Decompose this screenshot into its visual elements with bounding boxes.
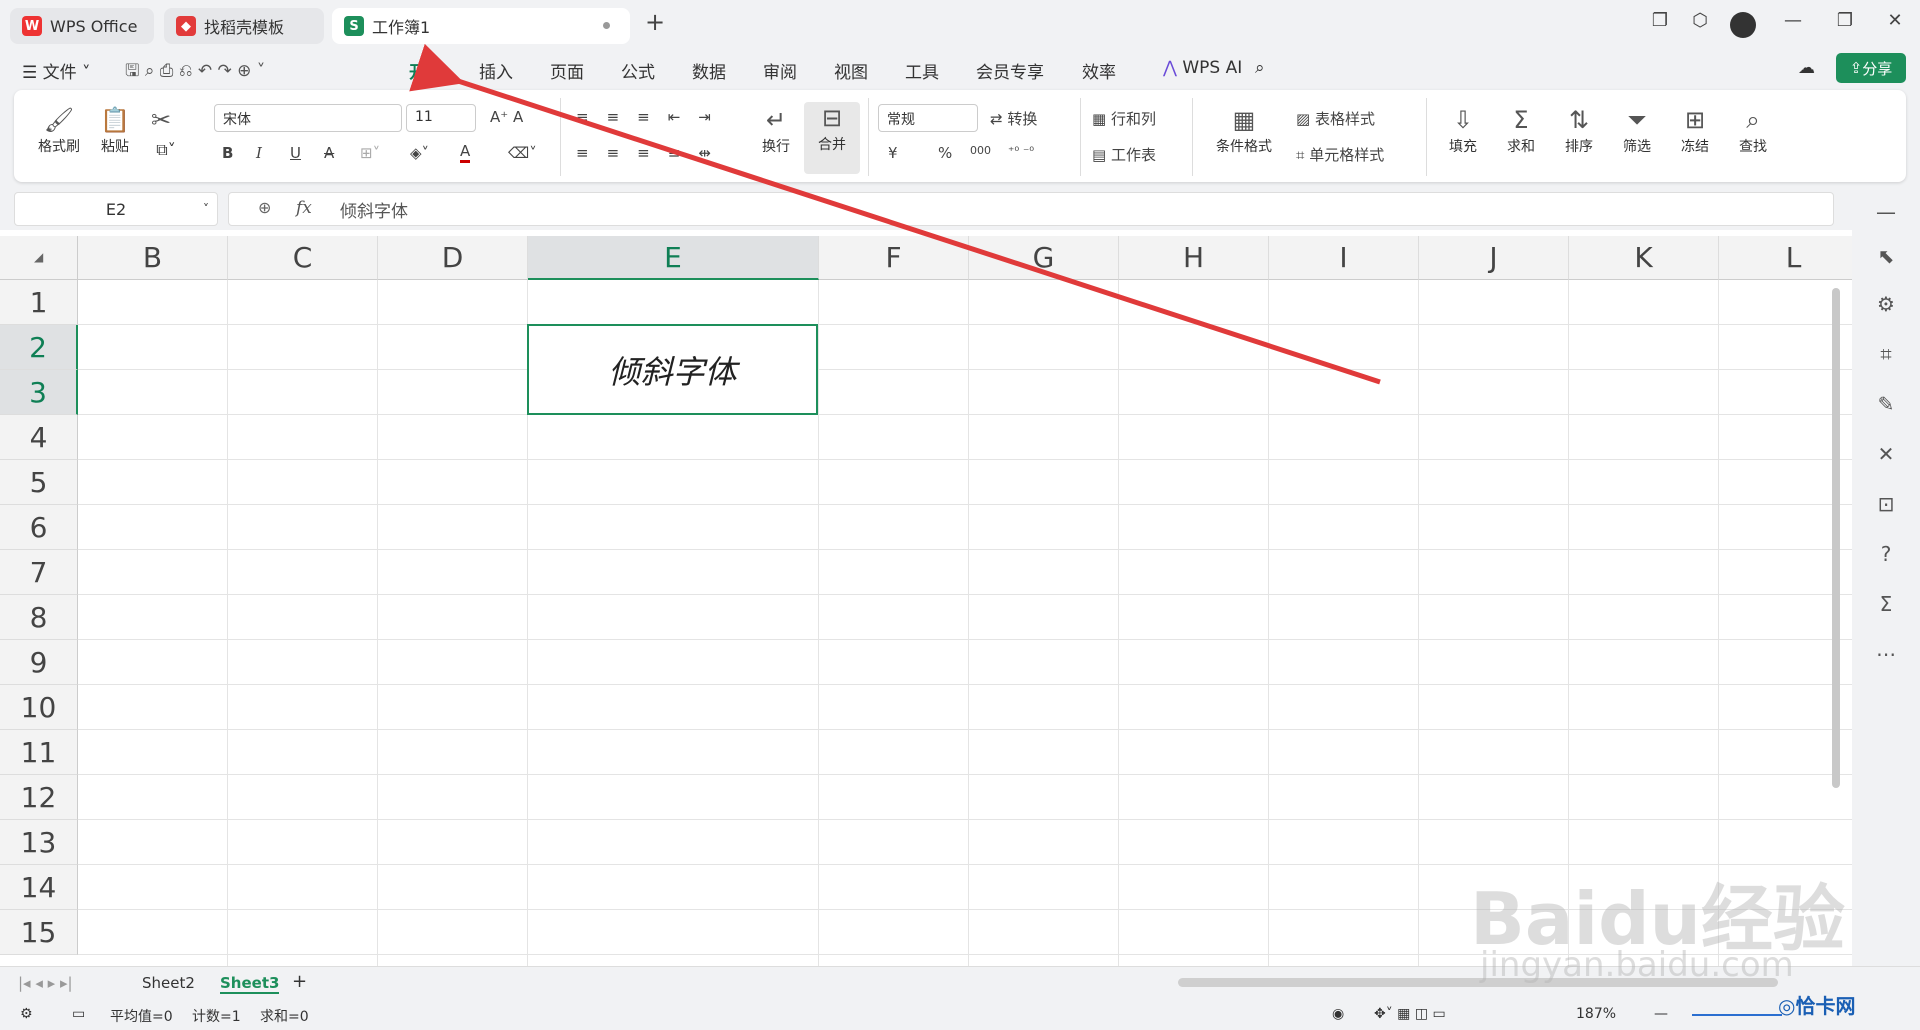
status-sum: 求和=0 (260, 1009, 309, 1025)
sheet-tab-sheet3[interactable]: Sheet3 (220, 974, 280, 994)
view-icons[interactable]: ✥˅ ▦ ◫ ▭ (1374, 1006, 1446, 1022)
zoom-level[interactable]: 187% (1576, 1006, 1616, 1022)
tools-icon[interactable]: ✕ (1870, 442, 1902, 466)
pointer-icon[interactable]: ⬉ (1870, 244, 1902, 268)
crop-icon[interactable]: ⌗ (1870, 342, 1902, 366)
corner-logo-text: 恰卡网 (1795, 994, 1856, 1018)
collapse-icon[interactable]: — (1870, 200, 1902, 224)
eye-icon[interactable]: ◉ (1332, 1006, 1344, 1022)
zoom-out-icon[interactable]: — (1654, 1006, 1668, 1022)
red-arrow (409, 43, 1381, 385)
status-count: 计数=1 (192, 1009, 241, 1025)
more-icon[interactable]: ⋯ (1870, 642, 1902, 666)
ai-icon[interactable]: ✎ (1870, 392, 1902, 416)
corner-logo: ◎恰卡网 (1778, 994, 1856, 1018)
macro-icon[interactable]: ⚙ (20, 1006, 33, 1022)
add-sheet-button[interactable]: + (292, 971, 307, 992)
zoom-slider[interactable] (1692, 1014, 1782, 1016)
watermark-url: jingyan.baidu.com (1480, 945, 1794, 985)
status-average: 平均值=0 (110, 1009, 173, 1025)
sheet-icon[interactable]: ▭ (72, 1006, 85, 1022)
sheet-nav-icons[interactable]: |◂ ◂ ▸ ▸| (18, 974, 73, 992)
book-icon[interactable]: ⊡ (1870, 492, 1902, 516)
sheet-tab-sheet2[interactable]: Sheet2 (142, 974, 195, 992)
sliders-icon[interactable]: ⚙ (1870, 292, 1902, 316)
help-icon[interactable]: ? (1870, 542, 1902, 566)
formula-sigma-icon[interactable]: Σ (1870, 592, 1902, 616)
